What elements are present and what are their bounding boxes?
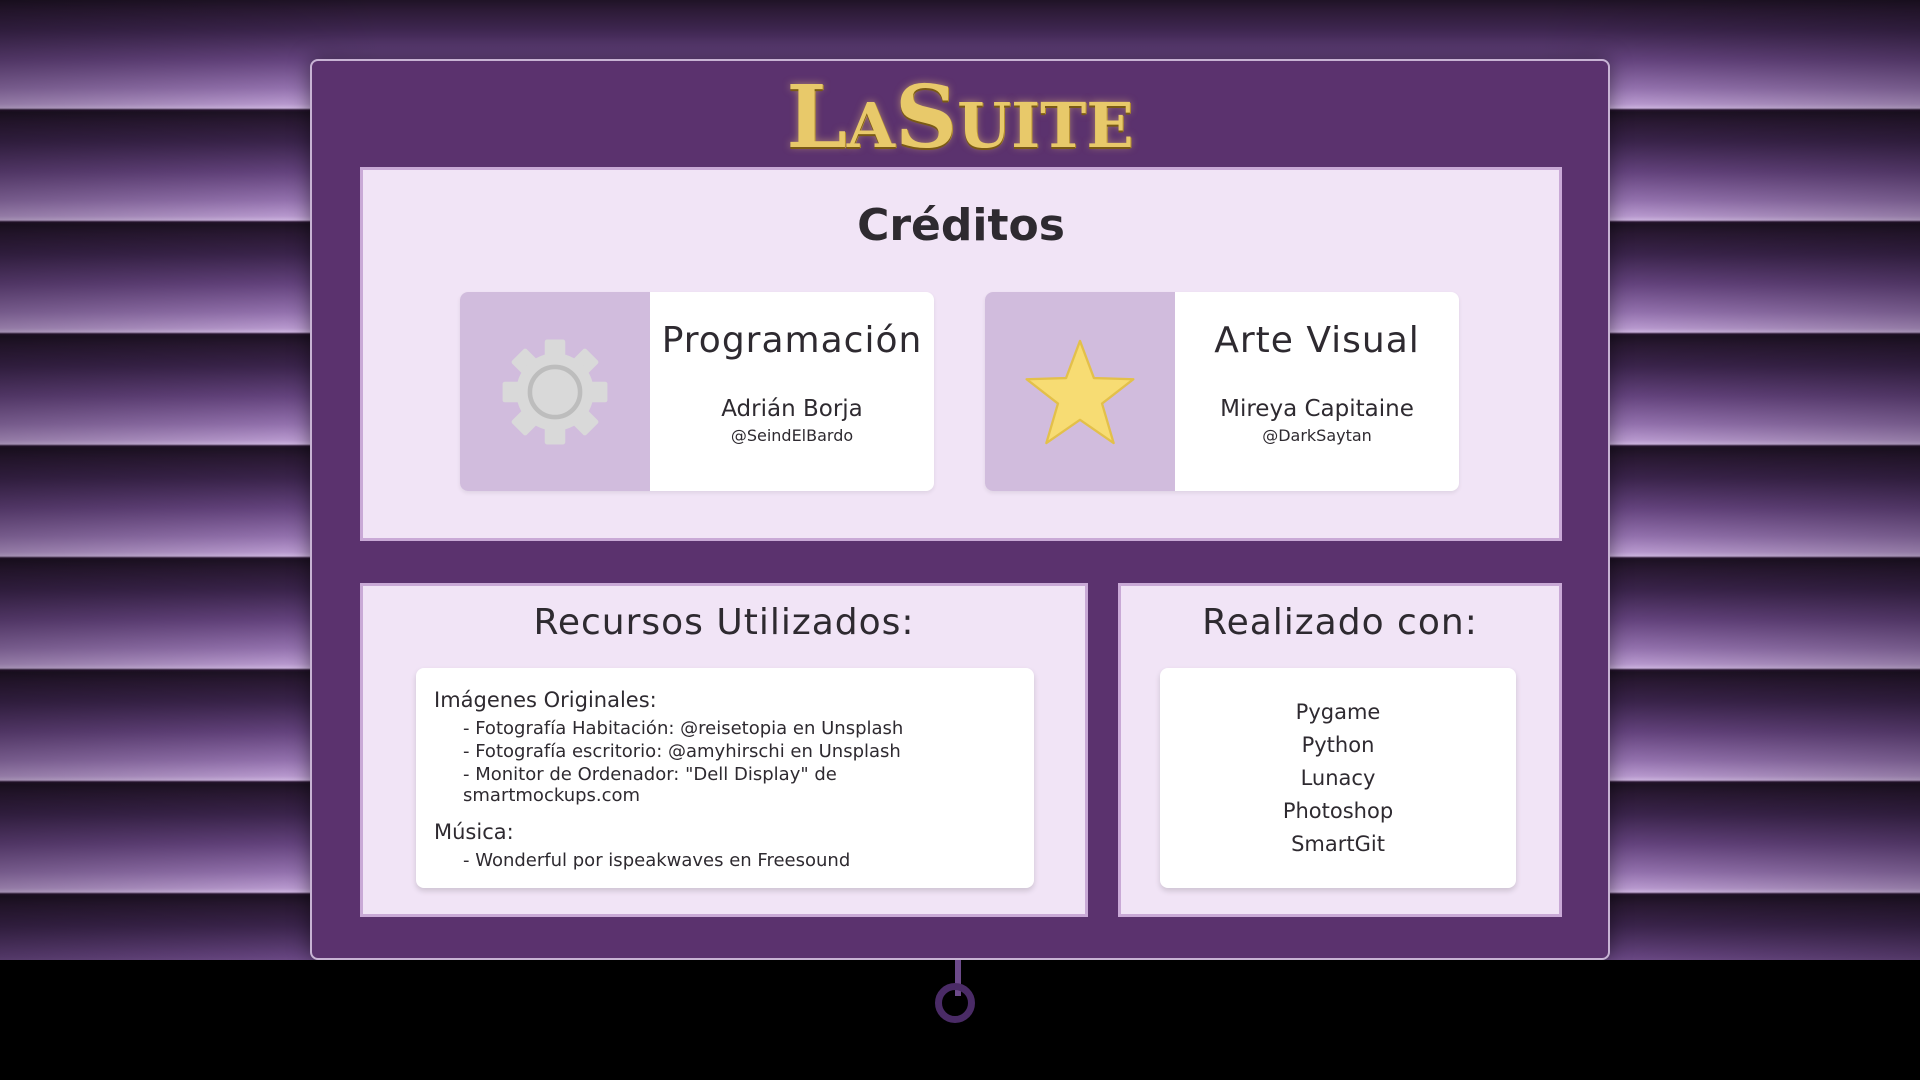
- tool-item: SmartGit: [1291, 832, 1385, 856]
- visual-art-icon-area: [985, 292, 1175, 491]
- tool-item: Lunacy: [1300, 766, 1376, 790]
- resource-item: - Wonderful por ispeakwaves en Freesound: [463, 850, 851, 871]
- resources-card: Imágenes Originales: - Fotografía Habita…: [416, 668, 1034, 888]
- music-heading: Música:: [434, 820, 514, 844]
- logo-letter: UITE: [957, 89, 1134, 162]
- visual-art-card: Arte Visual Mireya Capitaine @DarkSaytan: [985, 292, 1459, 491]
- credits-panel: LASUITE Créditos Programación Adrián Bor…: [310, 59, 1610, 960]
- tools-card: Pygame Python Lunacy Photoshop SmartGit: [1160, 668, 1516, 888]
- game-logo: LASUITE: [312, 67, 1608, 168]
- card-person: Adrián Borja: [721, 396, 863, 422]
- tool-item: Photoshop: [1282, 799, 1394, 823]
- credits-section: Créditos Programación Adrián Borja @Sein…: [360, 167, 1562, 541]
- blind-pull-ring[interactable]: [935, 983, 975, 1023]
- programming-card: Programación Adrián Borja @SeindElBardo: [460, 292, 934, 491]
- resource-item: - Fotografía escritorio: @amyhirschi en …: [463, 741, 901, 762]
- resource-item: - Fotografía Habitación: @reisetopia en …: [463, 718, 904, 739]
- programming-icon-area: [460, 292, 650, 491]
- card-handle: @DarkSaytan: [1262, 426, 1372, 445]
- resource-item: - Monitor de Ordenador: "Dell Display" d…: [463, 764, 837, 806]
- star-icon: [1025, 339, 1135, 444]
- logo-letter: S: [895, 67, 958, 168]
- made-with-section: Realizado con: Pygame Python Lunacy Phot…: [1118, 583, 1562, 917]
- resources-section: Recursos Utilizados: Imágenes Originales…: [360, 583, 1088, 917]
- credits-title: Créditos: [857, 200, 1065, 251]
- logo-letter: A: [846, 89, 895, 162]
- card-role: Arte Visual: [1214, 320, 1420, 361]
- tool-item: Python: [1301, 733, 1375, 757]
- card-person: Mireya Capitaine: [1220, 396, 1414, 422]
- logo-letter: L: [786, 67, 847, 168]
- images-heading: Imágenes Originales:: [434, 688, 657, 712]
- card-role: Programación: [661, 320, 923, 361]
- gear-icon: [502, 339, 608, 444]
- card-handle: @SeindElBardo: [730, 426, 854, 445]
- made-with-title: Realizado con:: [1202, 602, 1478, 643]
- screen: LASUITE Créditos Programación Adrián Bor…: [0, 0, 1920, 1080]
- tool-item: Pygame: [1295, 700, 1381, 724]
- resources-title: Recursos Utilizados:: [533, 602, 915, 643]
